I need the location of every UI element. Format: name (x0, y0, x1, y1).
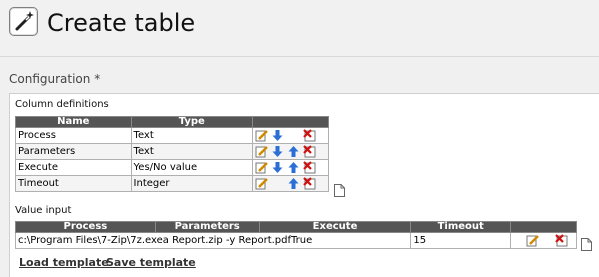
cell-values: c:\Program Files\7-Zip\7z.exea Report.zi… (14, 232, 412, 249)
move-up-icon[interactable] (287, 145, 300, 158)
move-down-icon[interactable] (271, 161, 284, 174)
row-actions (252, 159, 329, 176)
move-up-icon[interactable] (287, 161, 300, 174)
move-down-icon[interactable] (271, 129, 284, 142)
cell-timeout: 15 (410, 232, 512, 249)
load-template-link[interactable]: Load template (19, 256, 109, 269)
cell-name: Parameters (15, 143, 132, 160)
header: Create table (0, 0, 599, 57)
cell-name: Timeout (15, 175, 132, 192)
configuration-panel: Column definitions Name Type Process Tex… (9, 93, 599, 277)
column-definitions-table: Name Type Process Text Parameters Text E… (15, 116, 329, 192)
column-header-process: Process (15, 221, 156, 233)
column-header-actions (510, 221, 577, 233)
column-header-type: Type (130, 116, 254, 128)
column-header-execute: Execute (258, 221, 412, 233)
delete-icon[interactable] (555, 234, 568, 247)
value-input-label: Value input (15, 205, 72, 216)
table-header-row: Name Type (15, 116, 329, 128)
table-row: Process Text (15, 127, 329, 144)
row-actions (252, 175, 329, 192)
table-header-row: Process Parameters Execute Timeout (15, 221, 577, 233)
move-down-icon[interactable] (271, 145, 284, 158)
row-actions (252, 143, 329, 160)
delete-icon[interactable] (303, 161, 316, 174)
row-values-text: c:\Program Files\7-Zip\7z.exea Report.zi… (18, 235, 313, 246)
edit-icon[interactable] (255, 145, 268, 158)
delete-icon[interactable] (303, 177, 316, 190)
move-up-icon[interactable] (287, 177, 300, 190)
delete-icon[interactable] (303, 145, 316, 158)
delete-icon[interactable] (303, 129, 316, 142)
edit-icon[interactable] (255, 177, 268, 190)
edit-icon[interactable] (526, 234, 539, 247)
edit-icon[interactable] (255, 161, 268, 174)
cell-type: Integer (130, 175, 254, 192)
add-column-icon[interactable] (334, 182, 345, 197)
row-actions (252, 127, 329, 144)
column-header-actions (252, 116, 329, 128)
column-definitions-label: Column definitions (15, 99, 109, 110)
table-row: Execute Yes/No value (15, 159, 329, 176)
cell-name: Process (15, 127, 132, 144)
table-row: Parameters Text (15, 143, 329, 160)
add-row-icon[interactable] (581, 236, 592, 251)
cell-name: Execute (15, 159, 132, 176)
table-row: c:\Program Files\7-Zip\7z.exea Report.zi… (14, 232, 577, 249)
cell-type: Text (130, 127, 254, 144)
table-row: Timeout Integer (15, 175, 329, 192)
configuration-label: Configuration * (9, 72, 101, 86)
row-actions (510, 232, 577, 249)
edit-icon[interactable] (255, 129, 268, 142)
cell-type: Yes/No value (130, 159, 254, 176)
cell-type: Text (130, 143, 254, 160)
column-header-name: Name (15, 116, 132, 128)
column-header-parameters: Parameters (154, 221, 260, 233)
value-input-table: Process Parameters Execute Timeout c:\Pr… (14, 221, 577, 249)
save-template-link[interactable]: Save template (106, 256, 196, 269)
page-title: Create table (47, 9, 196, 37)
column-header-timeout: Timeout (410, 221, 512, 233)
magic-wand-icon (9, 7, 38, 36)
